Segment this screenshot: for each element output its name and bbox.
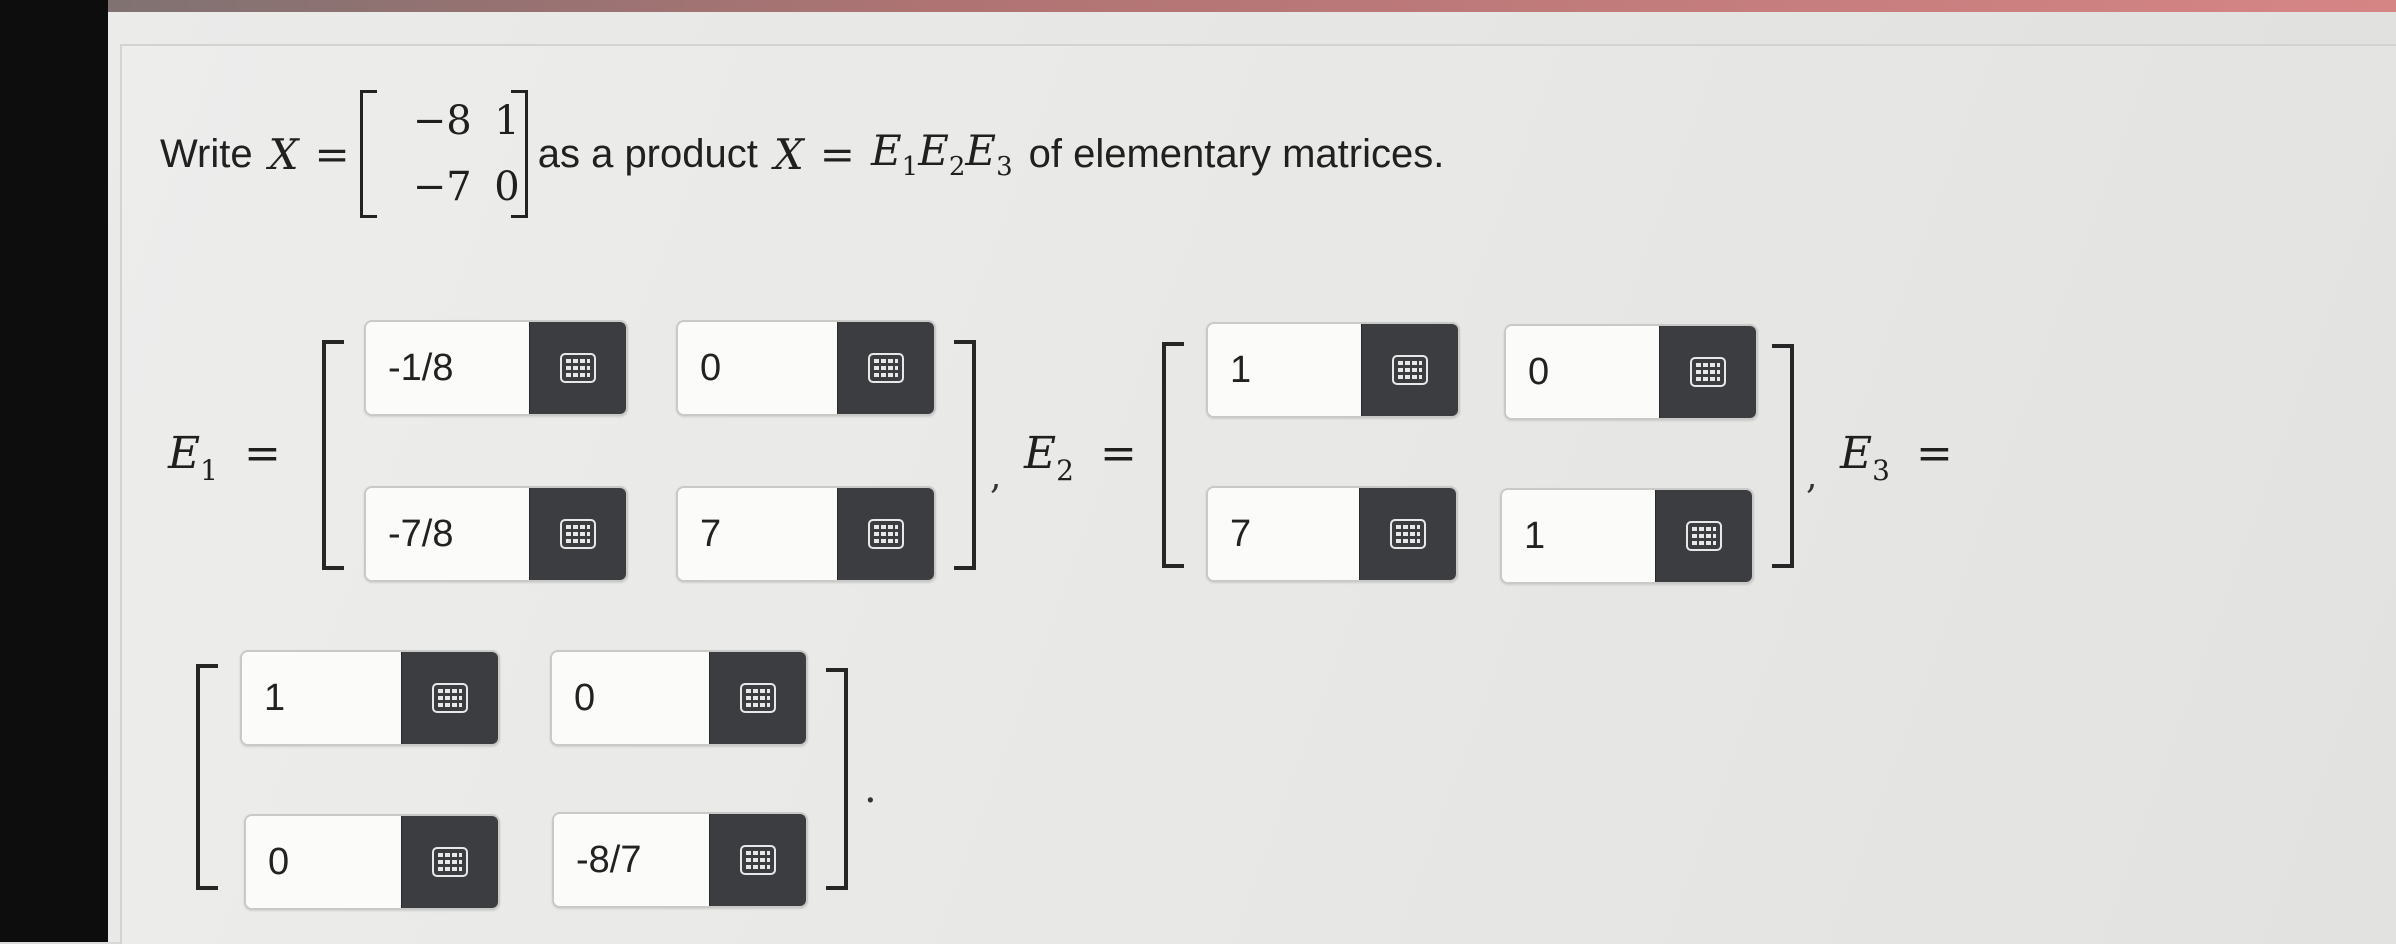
keypad-grid-icon (1390, 519, 1426, 549)
screen-bezel (0, 0, 108, 942)
given-matrix-cell: −7 (412, 164, 472, 210)
e1-r2c1-input[interactable] (366, 488, 529, 580)
product-factor-3: E3 (965, 126, 1013, 182)
e2-r1c1-keypad-button[interactable] (1361, 324, 1458, 416)
question-suffix: of elementary matrices. (1028, 131, 1445, 176)
e2-r2c1-input[interactable] (1208, 488, 1359, 580)
e1-r1c2-keypad-button[interactable] (837, 322, 934, 414)
e3-label: E3 = (1840, 428, 1953, 487)
matrix-left-bracket (359, 90, 377, 218)
e2-entry-r2c2 (1500, 488, 1754, 584)
e2-entry-r1c1 (1206, 322, 1460, 418)
e3-r1c1-keypad-button[interactable] (401, 652, 498, 744)
e3-r2c1-keypad-button[interactable] (401, 816, 498, 908)
separator-comma: , (1806, 456, 1818, 497)
e2-r2c2-input[interactable] (1502, 490, 1655, 582)
e1-r1c1-input[interactable] (366, 322, 529, 414)
e1-r2c1-keypad-button[interactable] (529, 488, 626, 580)
e2-right-bracket (1772, 344, 1794, 568)
e1-r2c2-keypad-button[interactable] (837, 488, 934, 580)
product-lhs: X (773, 129, 804, 179)
e2-r1c2-input[interactable] (1506, 326, 1659, 418)
keypad-grid-icon (740, 845, 776, 875)
e1-r2c2-input[interactable] (678, 488, 837, 580)
keypad-grid-icon (868, 353, 904, 383)
given-matrix: −8 1 −7 0 (359, 88, 528, 220)
e3-entry-r2c2 (552, 812, 808, 908)
keypad-grid-icon (560, 353, 596, 383)
keypad-grid-icon (740, 683, 776, 713)
e3-r2c2-input[interactable] (554, 814, 709, 906)
given-matrix-cell: −8 (412, 98, 472, 144)
product-factor-2: E2 (918, 126, 966, 182)
e2-r2c1-keypad-button[interactable] (1359, 488, 1456, 580)
question-mid-text: as a product (537, 131, 758, 176)
e2-r1c1-input[interactable] (1208, 324, 1361, 416)
e3-r1c2-keypad-button[interactable] (709, 652, 806, 744)
e1-entry-r2c1 (364, 486, 628, 582)
e3-right-bracket (826, 668, 848, 890)
equals-sign: = (314, 129, 350, 179)
e1-left-bracket (322, 340, 344, 570)
e1-right-bracket (954, 340, 976, 570)
keypad-grid-icon (1686, 521, 1722, 551)
e2-entry-r2c1 (1206, 486, 1458, 582)
keypad-grid-icon (1690, 357, 1726, 387)
product-equals: = (819, 129, 855, 179)
e2-label: E2 = (1024, 428, 1137, 487)
e1-entry-r1c2 (676, 320, 936, 416)
keypad-grid-icon (432, 683, 468, 713)
e2-r2c2-keypad-button[interactable] (1655, 490, 1752, 582)
keypad-grid-icon (1392, 355, 1428, 385)
keypad-grid-icon (868, 519, 904, 549)
e1-entry-r2c2 (676, 486, 936, 582)
e3-entry-r1c2 (550, 650, 808, 746)
e3-r2c2-keypad-button[interactable] (709, 814, 806, 906)
e3-r1c1-input[interactable] (242, 652, 401, 744)
matrix-right-bracket (510, 90, 528, 218)
e2-left-bracket (1162, 342, 1184, 568)
e3-left-bracket (196, 664, 218, 890)
question-prefix: Write (160, 131, 253, 176)
e3-r2c1-input[interactable] (246, 816, 401, 908)
separator-period: . (864, 766, 877, 812)
matrix-variable: X (268, 129, 299, 179)
keypad-grid-icon (560, 519, 596, 549)
e2-entry-r1c2 (1504, 324, 1758, 420)
product-factor-1: E1 (870, 126, 919, 182)
separator-comma: , (990, 456, 1002, 497)
keypad-grid-icon (432, 847, 468, 877)
e3-entry-r1c1 (240, 650, 500, 746)
e1-label: E1 = (168, 428, 281, 487)
question-text: Write X = −8 1 −7 0 as a product X = E1 … (160, 84, 1444, 224)
e1-r1c2-input[interactable] (678, 322, 837, 414)
e1-entry-r1c1 (364, 320, 628, 416)
e3-entry-r2c1 (244, 814, 500, 910)
e2-r1c2-keypad-button[interactable] (1659, 326, 1756, 418)
e3-r1c2-input[interactable] (552, 652, 709, 744)
e1-r1c1-keypad-button[interactable] (529, 322, 626, 414)
